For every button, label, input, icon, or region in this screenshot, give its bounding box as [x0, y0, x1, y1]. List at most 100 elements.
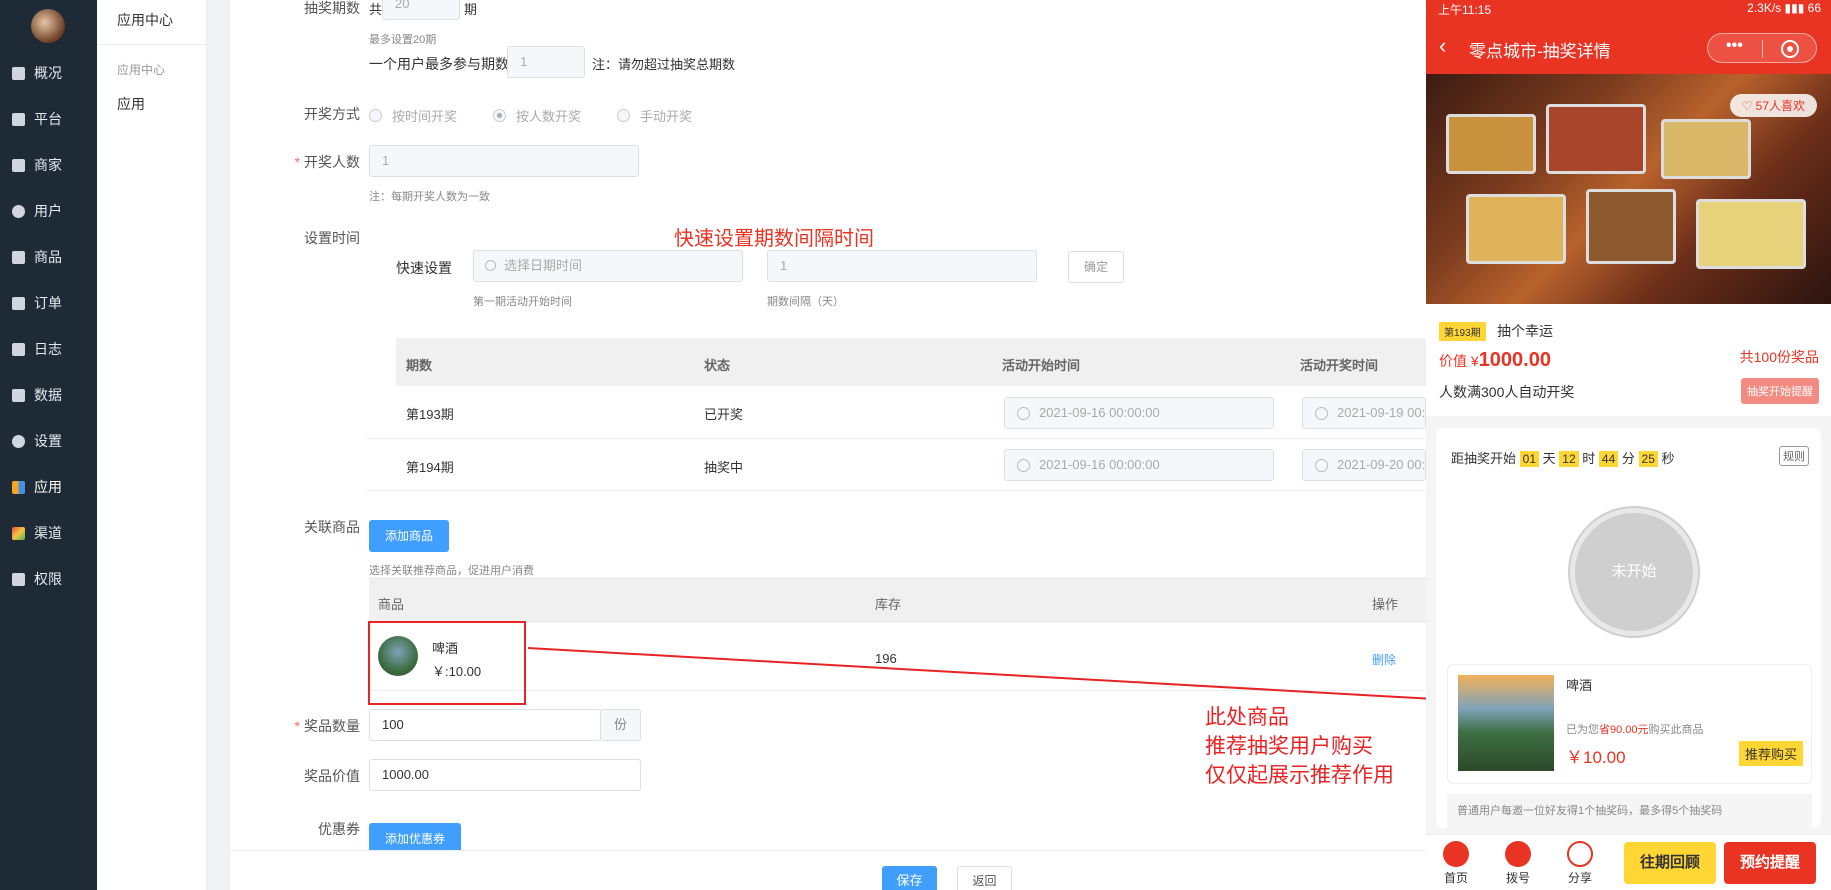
bar-chart-icon [12, 388, 25, 402]
draw-mode-label: 开奖方式 [304, 106, 360, 122]
row2-draw-picker[interactable]: 2021-09-20 00:00:00 [1302, 449, 1426, 481]
max-join-label: 一个用户最多参与期数 [369, 56, 509, 72]
row2-status: 抽奖中 [704, 460, 744, 475]
row2-period: 第194期 [406, 460, 454, 475]
miniapp-capsule[interactable]: ••• [1707, 33, 1817, 63]
status-time: 上午11:15 [1438, 3, 1492, 17]
draw-card: 距抽奖开始 01 天 12 时 44 分 25 秒 规则 未开始 啤酒 已为您省… [1436, 428, 1821, 834]
nav-item-log[interactable]: 日志 [0, 331, 97, 367]
nav-item-settings[interactable]: 设置 [0, 423, 97, 459]
row1-draw-picker[interactable]: 2021-09-19 00:00:00 [1302, 397, 1426, 429]
nav-item-data[interactable]: 数据 [0, 377, 97, 413]
food-tray [1466, 194, 1566, 264]
app-logo [31, 9, 65, 43]
nav-item-platform[interactable]: 平台 [0, 101, 97, 137]
max-join-input[interactable]: 1 [507, 46, 585, 78]
save-button[interactable]: 保存 [882, 866, 937, 890]
more-icon[interactable]: ••• [1726, 37, 1743, 55]
periods-suffix: 期 [464, 2, 478, 17]
th-product: 商品 [378, 597, 405, 612]
auto-draw-text: 人数满300人自动开奖 [1439, 384, 1575, 400]
food-tray [1586, 189, 1676, 264]
nav-item-merchant[interactable]: 商家 [0, 147, 97, 183]
periods-tip: 最多设置20期 [369, 34, 437, 46]
prize-count-label: 奖品数量 [270, 716, 360, 736]
annotation-line-2: 推荐抽奖用户购买 [1205, 735, 1373, 758]
prize-value-label: 奖品价值 [304, 768, 360, 784]
start-date-picker[interactable]: 选择日期时间 [473, 250, 743, 282]
rules-button[interactable]: 规则 [1779, 446, 1809, 466]
nav-item-apps[interactable]: 应用 [0, 469, 97, 505]
nav-item-permission[interactable]: 权限 [0, 561, 97, 597]
periods-prefix: 共 [369, 2, 383, 17]
annotation-line-3: 仅仅起展示推荐作用 [1205, 764, 1394, 787]
lottery-title: 抽个幸运 [1497, 323, 1553, 339]
lottery-info-card: 第193期 抽个幸运 价值 ¥1000.00 共100份奖品 人数满300人自动… [1426, 304, 1831, 416]
delete-product-link[interactable]: 删除 [1372, 651, 1396, 668]
th-period: 期数 [406, 358, 433, 373]
book-icon [12, 342, 25, 356]
related-tip: 选择关联推荐商品，促进用户消费 [369, 565, 534, 577]
add-product-button[interactable]: 添加商品 [369, 520, 449, 552]
nav-item-order[interactable]: 订单 [0, 285, 97, 321]
sub-sidebar: 应用中心 应用中心 应用 [97, 0, 207, 890]
nav-item-product[interactable]: 商品 [0, 239, 97, 275]
content-gutter [207, 0, 230, 890]
tab-share[interactable]: 分享 [1560, 841, 1600, 886]
recommend-buy-button[interactable]: 推荐购买 [1738, 741, 1803, 766]
subnav-item-apps[interactable]: 应用 [97, 94, 206, 114]
quick-set-annotation: 快速设置期数间隔时间 [674, 228, 874, 250]
row1-start-picker[interactable]: 2021-09-16 00:00:00 [1004, 397, 1274, 429]
nav-item-overview[interactable]: 概况 [0, 55, 97, 91]
prize-value: 价值 ¥1000.00 [1439, 349, 1551, 371]
radio-by-time[interactable]: 按时间开奖 [369, 106, 457, 125]
history-button[interactable]: 往期回顾 [1624, 842, 1716, 884]
prize-value-input[interactable]: 1000.00 [369, 759, 641, 791]
desktop-icon [12, 112, 25, 126]
tab-dial[interactable]: 拨号 [1498, 841, 1538, 886]
max-join-note: 注：请勿超过抽奖总期数 [592, 57, 736, 72]
draw-circle-button[interactable]: 未开始 [1570, 508, 1698, 636]
apps-grid-icon [12, 480, 25, 494]
food-tray [1546, 104, 1646, 174]
countdown: 距抽奖开始 01 天 12 时 44 分 25 秒 [1451, 451, 1675, 467]
radio-by-people[interactable]: 按人数开奖 [493, 106, 581, 125]
nav-item-channel[interactable]: 渠道 [0, 515, 97, 551]
likes-badge[interactable]: ♡ 57人喜欢 [1729, 94, 1817, 117]
product-stock: 196 [875, 651, 897, 666]
row2-start-picker[interactable]: 2021-09-16 00:00:00 [1004, 449, 1274, 481]
th-status: 状态 [704, 358, 731, 373]
hero-image: ♡ 57人喜欢 [1426, 74, 1831, 304]
interval-input[interactable]: 1 [767, 250, 1037, 282]
set-time-label: 设置时间 [304, 230, 360, 246]
period-table-header [396, 338, 1426, 386]
rec-product-saved: 已为您省90.00元购买此商品 [1566, 724, 1704, 736]
back-button[interactable]: 返回 [957, 866, 1012, 890]
close-target-icon[interactable] [1781, 40, 1799, 58]
quick-set-confirm-button[interactable]: 确定 [1068, 251, 1124, 283]
tab-home[interactable]: 首页 [1436, 841, 1476, 886]
nav-item-user[interactable]: 用户 [0, 193, 97, 229]
periods-input[interactable]: 20 [382, 0, 460, 20]
prize-count-input[interactable]: 100 [369, 709, 601, 741]
rec-product-price: ￥10.00 [1566, 748, 1626, 767]
subnav-header: 应用中心 [97, 0, 206, 45]
reserve-remind-button[interactable]: 预约提醒 [1724, 842, 1816, 884]
radio-dot [369, 109, 382, 122]
recommended-product[interactable]: 啤酒 已为您省90.00元购买此商品 ￥10.00 推荐购买 [1447, 664, 1812, 784]
back-chevron-icon[interactable]: ‹ [1439, 33, 1446, 59]
lock-icon [12, 572, 25, 586]
cube-icon [12, 526, 25, 540]
draw-people-label: 开奖人数 [270, 152, 360, 172]
mobile-header: 上午11:15 2.3K/s ▮▮▮ 66 ‹ 零点城市-抽奖详情 ••• [1426, 0, 1831, 74]
row-divider [366, 490, 1426, 491]
row-divider [369, 690, 1426, 691]
radio-manual[interactable]: 手动开奖 [617, 106, 692, 125]
subnav-group-title: 应用中心 [117, 63, 166, 77]
prize-total: 共100份奖品 [1739, 349, 1819, 365]
food-tray [1696, 199, 1806, 269]
user-icon [12, 204, 25, 218]
remind-button[interactable]: 抽奖开始提醒 [1741, 378, 1819, 404]
draw-people-input[interactable]: 1 [369, 145, 639, 177]
status-indicators: 2.3K/s ▮▮▮ 66 [1747, 1, 1821, 15]
